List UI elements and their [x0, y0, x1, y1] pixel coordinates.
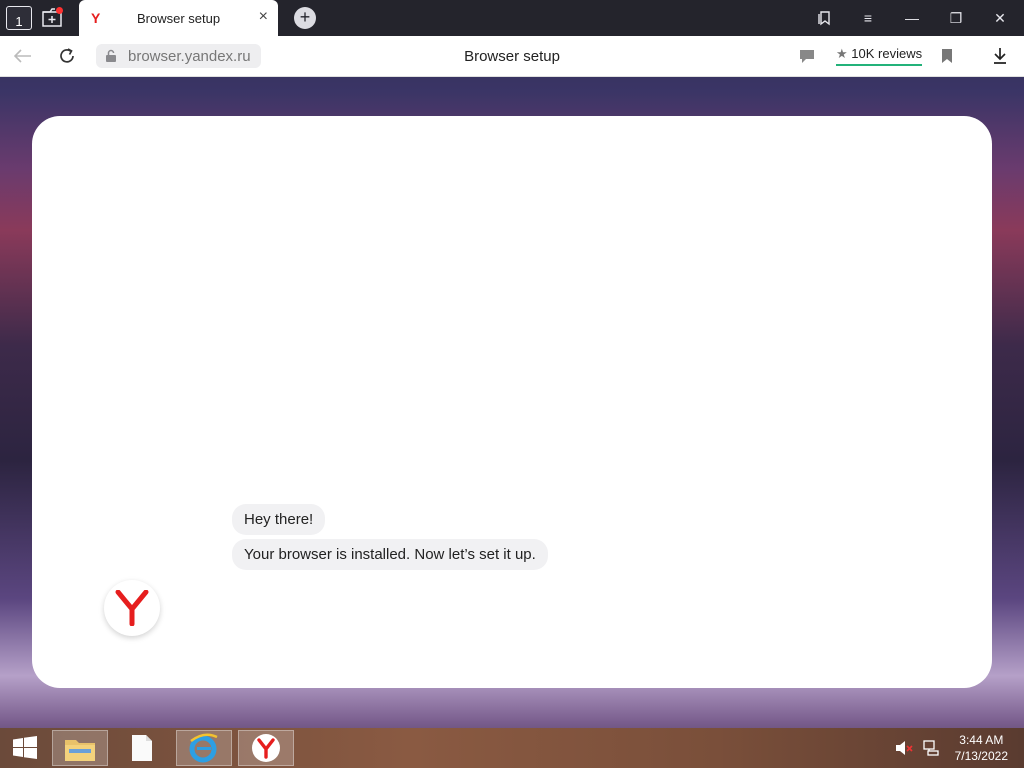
comments-button[interactable]	[796, 45, 818, 67]
reload-button[interactable]	[56, 45, 78, 67]
taskbar-file-explorer[interactable]	[52, 730, 108, 766]
tab-groups-button[interactable]: 1	[4, 4, 34, 32]
tab-title: Browser setup	[137, 11, 221, 26]
volume-button[interactable]	[890, 730, 918, 766]
start-button[interactable]	[0, 730, 50, 766]
star-icon: ★	[836, 46, 848, 61]
close-window-button[interactable]: ✕	[986, 6, 1014, 30]
new-tab-indicator-button[interactable]	[38, 4, 68, 32]
tab-browser-setup[interactable]: Y Browser setup ×	[79, 0, 278, 36]
bookmark-icon	[942, 49, 952, 63]
system-clock[interactable]: 3:44 AM 7/13/2022	[955, 732, 1008, 764]
notification-dot	[56, 7, 63, 14]
home-count: 1	[15, 14, 23, 29]
lock-icon	[106, 49, 116, 62]
menu-button[interactable]: ≡	[854, 6, 882, 30]
tab-close-button[interactable]: ×	[259, 8, 268, 26]
url-field[interactable]: browser.yandex.ru	[96, 44, 261, 68]
chat-message: Hey there!	[232, 504, 326, 535]
yandex-browser-icon	[252, 734, 280, 762]
downloads-button[interactable]	[989, 45, 1011, 67]
bookmark-button[interactable]	[936, 45, 958, 67]
taskbar-yandex-browser[interactable]	[238, 730, 294, 766]
folder-icon	[65, 740, 95, 761]
yandex-logo-icon: Y	[91, 10, 101, 26]
clock-time: 3:44 AM	[959, 733, 1004, 747]
url-text: browser.yandex.ru	[128, 47, 251, 65]
restore-button[interactable]: ❐	[942, 6, 970, 30]
yandex-y-icon	[115, 590, 149, 626]
reload-icon	[60, 48, 74, 63]
speaker-muted-icon	[896, 741, 913, 755]
clock-date: 7/13/2022	[954, 749, 1008, 763]
chat-message: Your browser is installed. Now let’s set…	[232, 539, 548, 570]
back-arrow-icon	[14, 49, 31, 63]
internet-explorer-icon	[189, 733, 218, 763]
taskbar-internet-explorer[interactable]	[176, 730, 232, 766]
windows-logo-icon	[13, 736, 37, 759]
network-button[interactable]	[918, 730, 944, 766]
assistant-avatar	[104, 580, 160, 636]
collections-button[interactable]	[810, 6, 838, 30]
reviews-link[interactable]: ★ 10K reviews	[836, 46, 923, 66]
chat-icon	[800, 49, 814, 63]
setup-card	[32, 116, 992, 688]
new-tab-button[interactable]: +	[294, 7, 316, 29]
taskbar: 3:44 AM 7/13/2022	[0, 728, 1024, 768]
reviews-label: 10K reviews	[851, 46, 923, 61]
network-icon	[923, 740, 939, 756]
minimize-button[interactable]: —	[898, 6, 926, 30]
bookmarks-collection-icon	[818, 11, 830, 26]
address-bar: browser.yandex.ru Browser setup ★ 10K re…	[0, 36, 1024, 77]
taskbar-document[interactable]	[114, 730, 170, 766]
home-icon: 1	[6, 6, 32, 30]
title-bar: 1 Y Browser setup × + ≡ — ❐ ✕	[0, 0, 1024, 36]
download-icon	[994, 48, 1006, 64]
document-icon	[132, 735, 152, 761]
back-button[interactable]	[12, 45, 34, 67]
